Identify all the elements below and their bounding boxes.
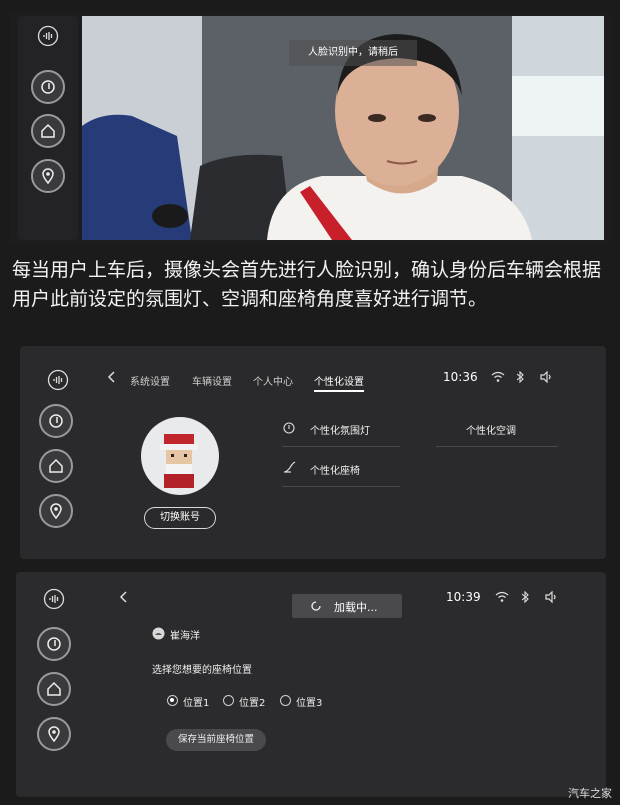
face-recognition-panel: 人脸识别中，请稍后 — [10, 12, 612, 244]
home-icon[interactable] — [31, 114, 65, 148]
loading-text: 加载中... — [334, 601, 378, 614]
user-avatar[interactable] — [140, 416, 220, 496]
face-recognition-hint: 人脸识别中，请稍后 — [289, 40, 417, 66]
wifi-icon — [494, 590, 510, 604]
divider — [282, 486, 400, 487]
tab-vehicle-settings[interactable]: 车辆设置 — [192, 373, 232, 388]
save-seat-position-button[interactable]: 保存当前座椅位置 — [166, 729, 266, 751]
music-icon[interactable] — [31, 70, 65, 104]
location-icon[interactable] — [31, 159, 65, 193]
clock: 10:36 — [443, 370, 478, 384]
user-avatar-small — [151, 626, 165, 640]
bluetooth-icon — [515, 370, 525, 384]
wifi-icon — [490, 370, 506, 384]
voice-icon[interactable] — [42, 587, 66, 611]
bluetooth-icon — [520, 590, 530, 604]
camera-feed: 人脸识别中，请稍后 — [82, 16, 604, 240]
seat-prompt: 选择您想要的座椅位置 — [152, 665, 252, 676]
spinner-icon — [310, 600, 322, 612]
back-chevron-icon[interactable] — [106, 370, 118, 384]
tab-system-settings[interactable]: 系统设置 — [130, 373, 170, 388]
position-3-label[interactable]: 位置3 — [296, 694, 322, 709]
home-icon[interactable] — [39, 449, 73, 483]
ambient-light-icon — [282, 421, 296, 435]
switch-account-button[interactable]: 切换账号 — [144, 507, 216, 529]
seat-setting[interactable]: 个性化座椅 — [310, 462, 360, 477]
position-2-radio[interactable] — [223, 695, 234, 706]
location-icon[interactable] — [37, 717, 71, 751]
caption-text: 每当用户上车后，摄像头会首先进行人脸识别，确认身份后车辆会根据用户此前设定的氛围… — [12, 259, 602, 310]
music-icon[interactable] — [37, 627, 71, 661]
position-1-radio[interactable] — [167, 695, 178, 706]
volume-icon[interactable] — [539, 370, 553, 384]
position-2-label[interactable]: 位置2 — [239, 694, 265, 709]
home-icon[interactable] — [37, 672, 71, 706]
position-3-radio[interactable] — [280, 695, 291, 706]
voice-icon[interactable] — [46, 368, 70, 392]
clock: 10:39 — [446, 590, 481, 604]
tab-personalization[interactable]: 个性化设置 — [314, 373, 364, 392]
music-icon[interactable] — [39, 404, 73, 438]
loading-toast: 加载中... — [292, 594, 402, 618]
seat-position-panel: 加载中... 10:39 崔海洋 选择您想要的座椅位置 位置1 位置2 位置3 … — [16, 572, 606, 797]
location-icon[interactable] — [39, 494, 73, 528]
back-chevron-icon[interactable] — [118, 590, 130, 604]
personalization-settings-panel: 系统设置 车辆设置 个人中心 个性化设置 10:36 切换账号 个性化氛围灯 个… — [20, 346, 606, 559]
air-conditioning-setting[interactable]: 个性化空调 — [466, 422, 516, 437]
divider — [436, 446, 558, 447]
volume-icon[interactable] — [544, 590, 558, 604]
voice-icon[interactable] — [36, 24, 60, 48]
seat-icon — [282, 460, 296, 474]
tab-personal-center[interactable]: 个人中心 — [253, 373, 293, 388]
side-rail — [18, 16, 78, 240]
divider — [282, 446, 400, 447]
watermark: 汽车之家 — [568, 787, 612, 800]
ambient-light-setting[interactable]: 个性化氛围灯 — [310, 422, 370, 437]
position-1-label[interactable]: 位置1 — [183, 694, 209, 709]
username: 崔海洋 — [170, 631, 200, 642]
